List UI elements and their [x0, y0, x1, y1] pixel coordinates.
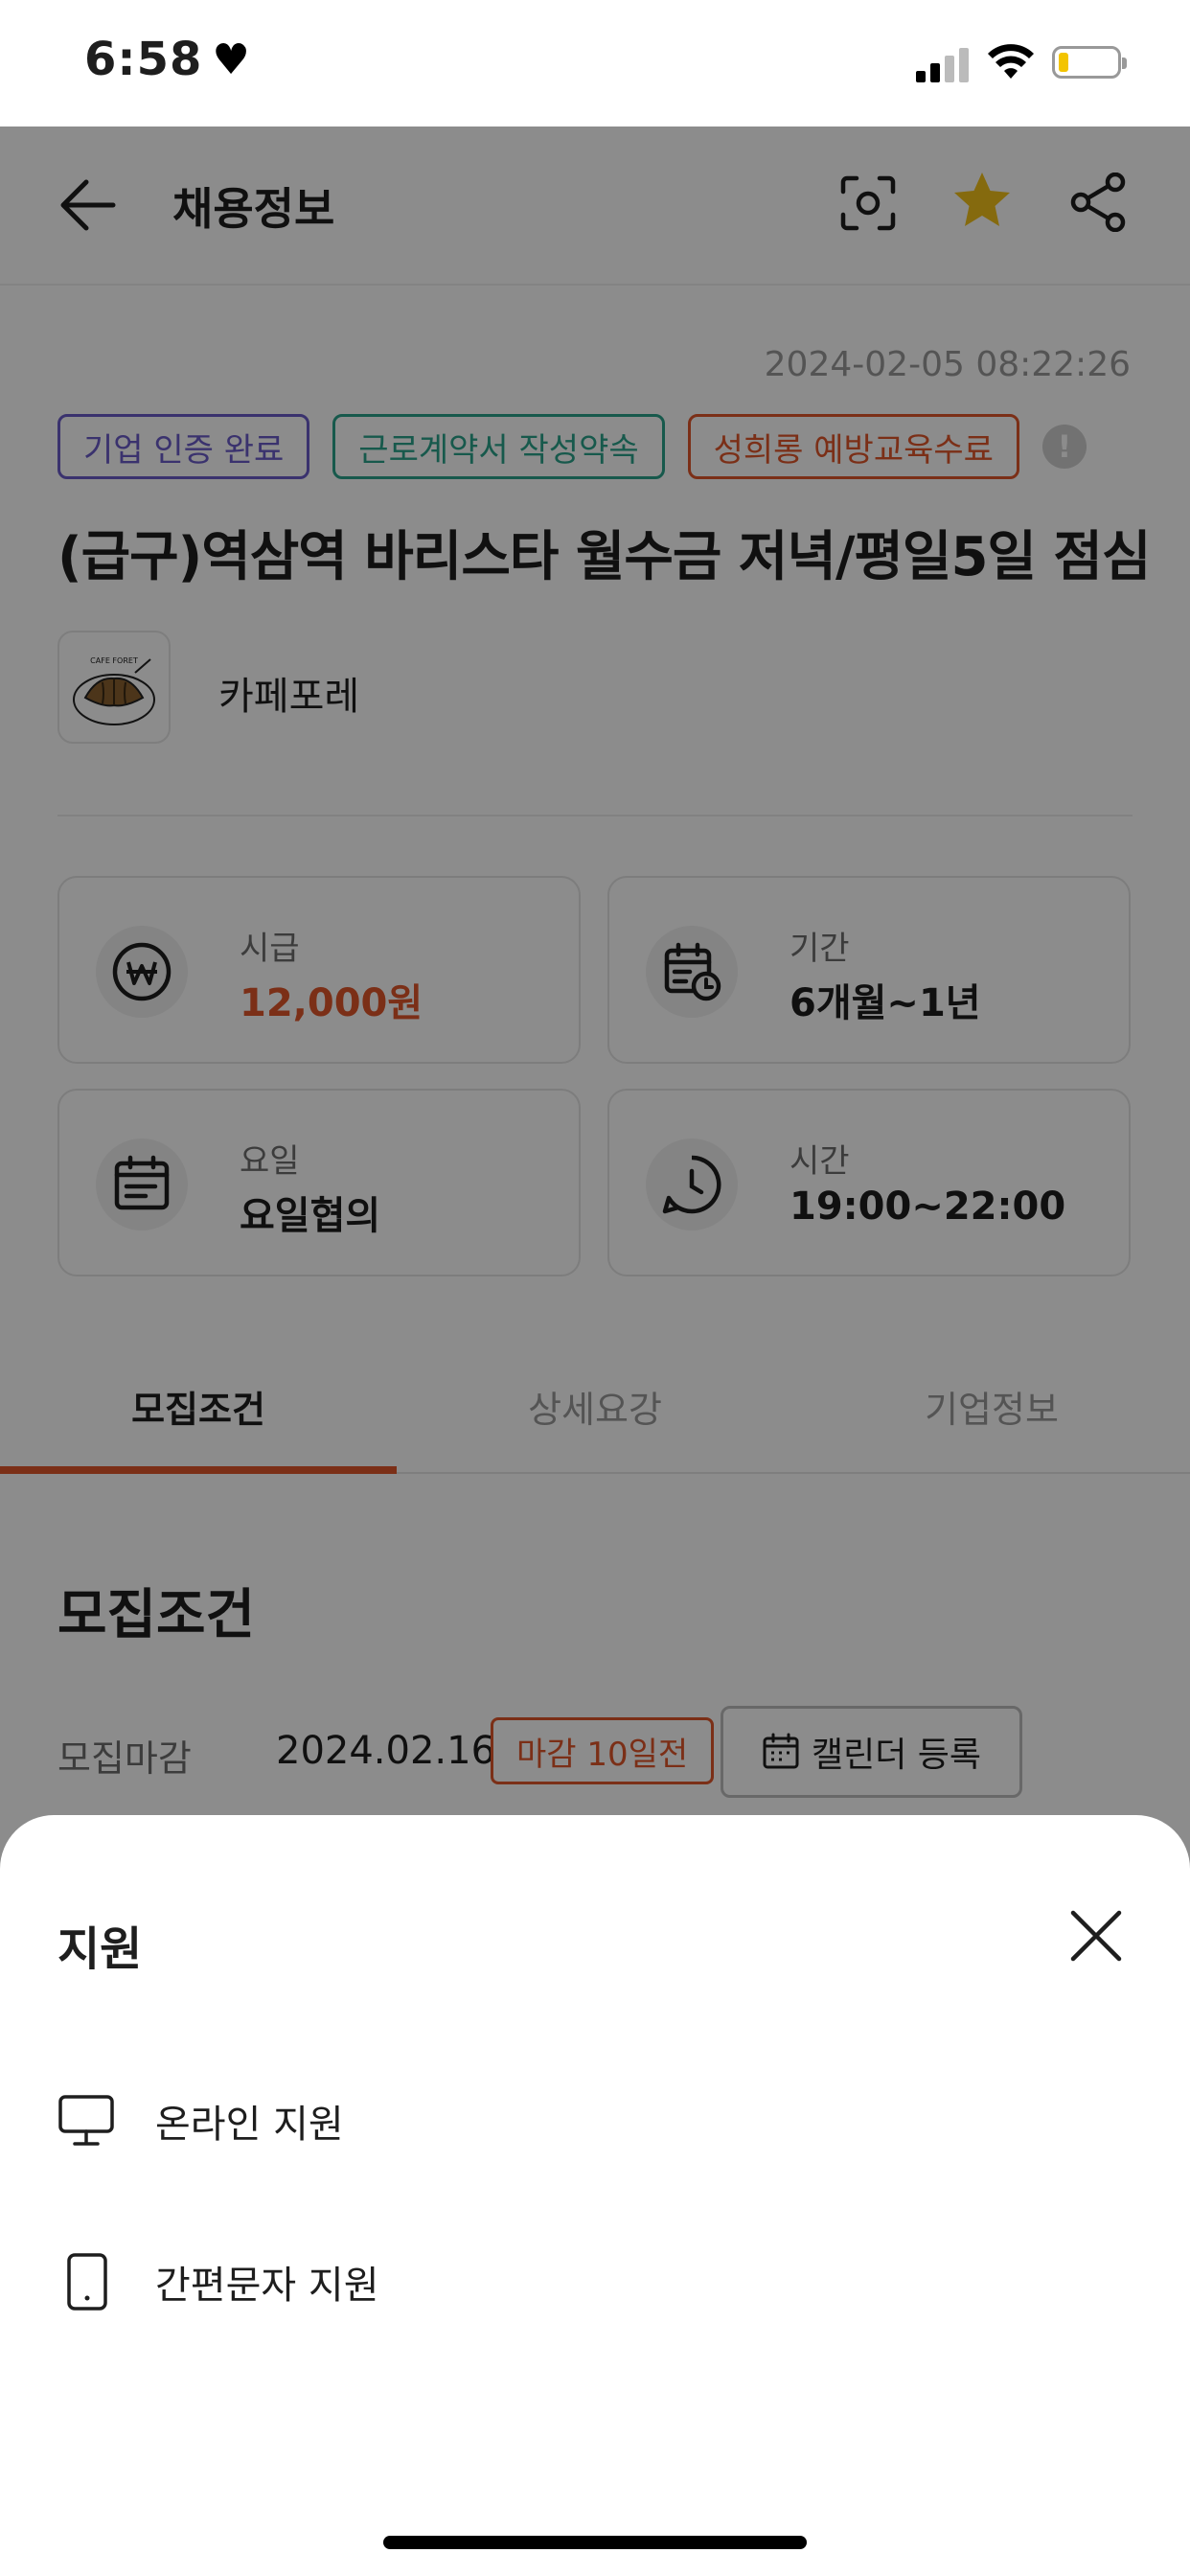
online-apply-option[interactable]: 온라인 지원 — [57, 2093, 344, 2149]
close-icon[interactable] — [1069, 1909, 1123, 1963]
apply-bottom-sheet: 지원 온라인 지원 간편문자 지원 — [0, 1815, 1190, 2576]
monitor-icon — [58, 2095, 114, 2146]
phone-icon — [67, 2253, 107, 2311]
sheet-title: 지원 — [57, 1922, 143, 1976]
wifi-icon — [988, 44, 1034, 79]
heart-icon: ♥ — [212, 34, 251, 84]
signal-icon — [916, 48, 969, 82]
sms-apply-label: 간편문자 지원 — [155, 2264, 379, 2308]
battery-icon — [1052, 46, 1127, 79]
sms-apply-option[interactable]: 간편문자 지원 — [57, 2252, 379, 2312]
status-bar: 6:58 ♥ — [0, 0, 1190, 126]
status-time: 6:58 ♥ — [84, 33, 251, 86]
home-indicator — [383, 2536, 807, 2549]
time-label: 6:58 — [84, 33, 203, 86]
online-apply-label: 온라인 지원 — [155, 2103, 344, 2147]
